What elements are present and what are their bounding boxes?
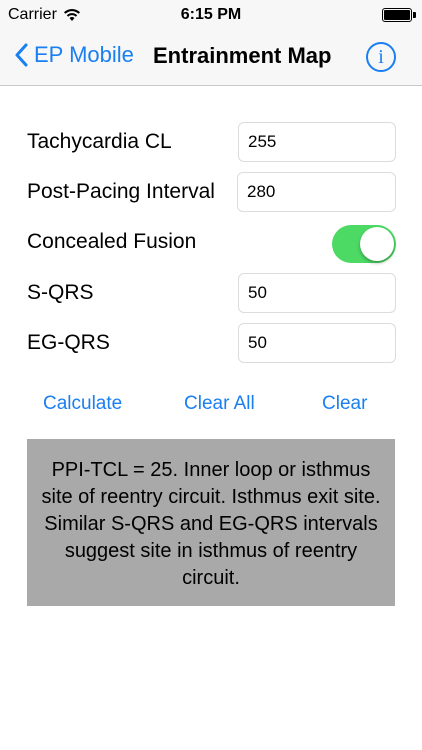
battery-icon bbox=[382, 8, 412, 22]
eg-qrs-label: EG-QRS bbox=[27, 331, 110, 354]
toggle-knob bbox=[360, 227, 394, 261]
s-qrs-row: S-QRS bbox=[27, 273, 396, 313]
ppi-label: Post-Pacing Interval bbox=[27, 180, 215, 203]
info-icon[interactable]: i bbox=[366, 42, 396, 72]
eg-qrs-row: EG-QRS bbox=[27, 323, 396, 363]
concealed-fusion-toggle[interactable] bbox=[332, 225, 396, 263]
s-qrs-label: S-QRS bbox=[27, 281, 94, 304]
result-box: PPI-TCL = 25. Inner loop or isthmus site… bbox=[27, 439, 395, 606]
status-bar: Carrier 6:15 PM bbox=[0, 0, 422, 30]
concealed-fusion-row: Concealed Fusion bbox=[27, 222, 396, 263]
page-title: Entrainment Map bbox=[153, 43, 332, 68]
battery-cap bbox=[413, 12, 416, 18]
status-time: 6:15 PM bbox=[180, 6, 242, 23]
navigation-bar: EP Mobile Entrainment Map i bbox=[0, 30, 422, 86]
s-qrs-input[interactable] bbox=[238, 273, 396, 313]
eg-qrs-input[interactable] bbox=[238, 323, 396, 363]
tachycardia-cl-input[interactable] bbox=[238, 122, 396, 162]
ppi-row: Post-Pacing Interval bbox=[27, 172, 396, 212]
clear-all-button[interactable]: Clear All bbox=[184, 393, 255, 415]
tachycardia-cl-label: Tachycardia CL bbox=[27, 130, 172, 153]
calculate-button[interactable]: Calculate bbox=[43, 393, 122, 415]
chevron-left-icon bbox=[15, 43, 28, 67]
clear-button[interactable]: Clear bbox=[322, 393, 367, 415]
ppi-input[interactable] bbox=[237, 172, 396, 212]
tachycardia-cl-row: Tachycardia CL bbox=[27, 122, 396, 162]
battery-fill bbox=[384, 10, 410, 20]
back-button-label: EP Mobile bbox=[34, 42, 134, 67]
concealed-fusion-label: Concealed Fusion bbox=[27, 230, 197, 253]
back-button[interactable]: EP Mobile bbox=[14, 42, 134, 68]
result-text: PPI-TCL = 25. Inner loop or isthmus site… bbox=[41, 459, 381, 589]
